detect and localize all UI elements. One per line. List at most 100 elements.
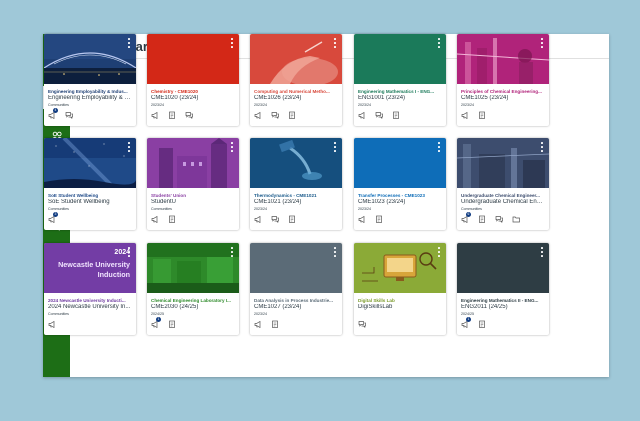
course-card-code: ENG2011 (24/25) (461, 304, 508, 310)
assignment-icon[interactable] (168, 111, 176, 119)
discussion-icon[interactable] (65, 111, 73, 119)
course-card-image[interactable] (250, 138, 342, 188)
card-options-kebab-icon[interactable] (127, 142, 131, 152)
card-options-kebab-icon[interactable] (437, 142, 441, 152)
course-card-image[interactable] (147, 138, 239, 188)
course-card-actions (254, 215, 296, 225)
course-card[interactable]: Engineering Mathematics II - ENG... ENG20… (457, 243, 549, 335)
discussion-icon[interactable] (271, 111, 279, 119)
course-card-image[interactable] (457, 138, 549, 188)
course-card-image[interactable]: 2024 Newcastle University Induction (44, 243, 136, 293)
course-card[interactable]: Chemical Engineering Laboratory I... CME2… (147, 243, 239, 335)
course-card-image[interactable] (354, 243, 446, 293)
course-card-title[interactable]: Data Analysis in Process Industrie... (254, 298, 338, 303)
course-card[interactable]: Digital Skills Lab DigiSkillsLab (354, 243, 446, 335)
card-options-kebab-icon[interactable] (230, 247, 234, 257)
megaphone-icon[interactable] (151, 215, 159, 223)
assignment-icon[interactable] (478, 111, 486, 119)
course-card-title[interactable]: Chemistry - CME1020 (151, 89, 235, 94)
course-card[interactable]: SoE Student Wellbeing SoE Student Wellbei… (44, 138, 136, 230)
course-card-image[interactable] (457, 34, 549, 84)
assignment-icon[interactable] (478, 320, 486, 328)
megaphone-icon[interactable] (254, 111, 262, 119)
course-card-title[interactable]: Computing and Numerical Metho... (254, 89, 338, 94)
course-card-code: 2024 Newcastle University In... (48, 304, 131, 310)
megaphone-icon[interactable]: 1 (151, 317, 161, 328)
course-card[interactable]: Students' Union StudentU Communities (147, 138, 239, 230)
assignment-icon[interactable] (168, 215, 176, 223)
discussion-icon[interactable] (495, 215, 503, 223)
course-card-title[interactable]: Undergraduate Chemical Engineer... (461, 193, 545, 198)
discussion-icon[interactable] (375, 111, 383, 119)
assignment-icon[interactable] (168, 320, 176, 328)
course-card[interactable]: Engineering Employability & Indus... Engi… (44, 34, 136, 126)
megaphone-icon[interactable]: 4 (48, 108, 58, 119)
card-options-kebab-icon[interactable] (127, 247, 131, 257)
course-card-title[interactable]: Transfer Processes - CME1023 (358, 193, 442, 198)
course-card[interactable]: Engineering Mathematics I - ENG... ENG100… (354, 34, 446, 126)
card-options-kebab-icon[interactable] (437, 247, 441, 257)
course-card-image[interactable] (354, 138, 446, 188)
card-options-kebab-icon[interactable] (230, 142, 234, 152)
megaphone-icon[interactable] (358, 215, 366, 223)
discussion-icon[interactable] (185, 111, 193, 119)
course-card-image[interactable] (44, 138, 136, 188)
course-card-image[interactable] (354, 34, 446, 84)
course-card[interactable]: Thermodynamics - CME1021 CME1021 (23/24) 2… (250, 138, 342, 230)
course-card[interactable]: Principles of Chemical Engineering... CME… (457, 34, 549, 126)
course-card-image[interactable] (147, 243, 239, 293)
card-options-kebab-icon[interactable] (333, 38, 337, 48)
assignment-icon[interactable] (288, 215, 296, 223)
megaphone-icon[interactable] (151, 111, 159, 119)
unread-count-badge: 4 (53, 108, 58, 113)
course-card-image[interactable] (147, 34, 239, 84)
card-options-kebab-icon[interactable] (540, 38, 544, 48)
course-card[interactable]: Transfer Processes - CME1023 CME1023 (23/… (354, 138, 446, 230)
course-card-title[interactable]: SoE Student Wellbeing (48, 193, 132, 198)
course-card[interactable]: Data Analysis in Process Industrie... CME… (250, 243, 342, 335)
course-card-title[interactable]: Engineering Employability & Indus... (48, 89, 132, 94)
course-card-image[interactable] (250, 34, 342, 84)
folder-icon[interactable] (512, 215, 520, 223)
megaphone-icon[interactable]: 3 (48, 212, 58, 223)
discussion-icon[interactable] (358, 320, 366, 328)
assignment-icon[interactable] (271, 320, 279, 328)
card-options-kebab-icon[interactable] (540, 142, 544, 152)
course-card[interactable]: Undergraduate Chemical Engineer... Underg… (457, 138, 549, 230)
megaphone-icon[interactable]: 1 (461, 317, 471, 328)
megaphone-icon[interactable] (254, 320, 262, 328)
course-card[interactable]: 2024 Newcastle University Induction 2024 Ne… (44, 243, 136, 335)
megaphone-icon[interactable] (254, 215, 262, 223)
course-card-term: 2024/25 (151, 312, 164, 316)
megaphone-icon[interactable] (48, 320, 56, 328)
card-options-kebab-icon[interactable] (333, 247, 337, 257)
course-card-title[interactable]: 2024 Newcastle University Inducti... (48, 298, 132, 303)
course-card[interactable]: Chemistry - CME1020 CME1020 (23/24) 2023/2… (147, 34, 239, 126)
assignment-icon[interactable] (392, 111, 400, 119)
megaphone-icon[interactable]: 6 (461, 212, 471, 223)
card-options-kebab-icon[interactable] (333, 142, 337, 152)
course-card-image[interactable] (250, 243, 342, 293)
course-card-title[interactable]: Engineering Mathematics I - ENG... (358, 89, 442, 94)
assignment-icon[interactable] (375, 215, 383, 223)
card-options-kebab-icon[interactable] (127, 38, 131, 48)
course-card-image[interactable] (44, 34, 136, 84)
course-card-title[interactable]: Students' Union (151, 193, 235, 198)
megaphone-icon[interactable] (461, 111, 469, 119)
course-card-title[interactable]: Principles of Chemical Engineering... (461, 89, 545, 94)
course-card-title[interactable]: Digital Skills Lab (358, 298, 442, 303)
card-options-kebab-icon[interactable] (437, 38, 441, 48)
megaphone-icon[interactable] (358, 111, 366, 119)
course-card-actions: 6 (461, 212, 520, 225)
course-card-title[interactable]: Engineering Mathematics II - ENG... (461, 298, 545, 303)
card-options-kebab-icon[interactable] (230, 38, 234, 48)
discussion-icon[interactable] (271, 215, 279, 223)
assignment-icon[interactable] (478, 215, 486, 223)
course-card-title[interactable]: Thermodynamics - CME1021 (254, 193, 338, 198)
course-card[interactable]: Computing and Numerical Metho... CME1026 … (250, 34, 342, 126)
course-card-title[interactable]: Chemical Engineering Laboratory I... (151, 298, 235, 303)
assignment-icon[interactable] (288, 111, 296, 119)
course-card-image[interactable] (457, 243, 549, 293)
card-options-kebab-icon[interactable] (540, 247, 544, 257)
course-card-code: CME1020 (23/24) (151, 95, 199, 101)
